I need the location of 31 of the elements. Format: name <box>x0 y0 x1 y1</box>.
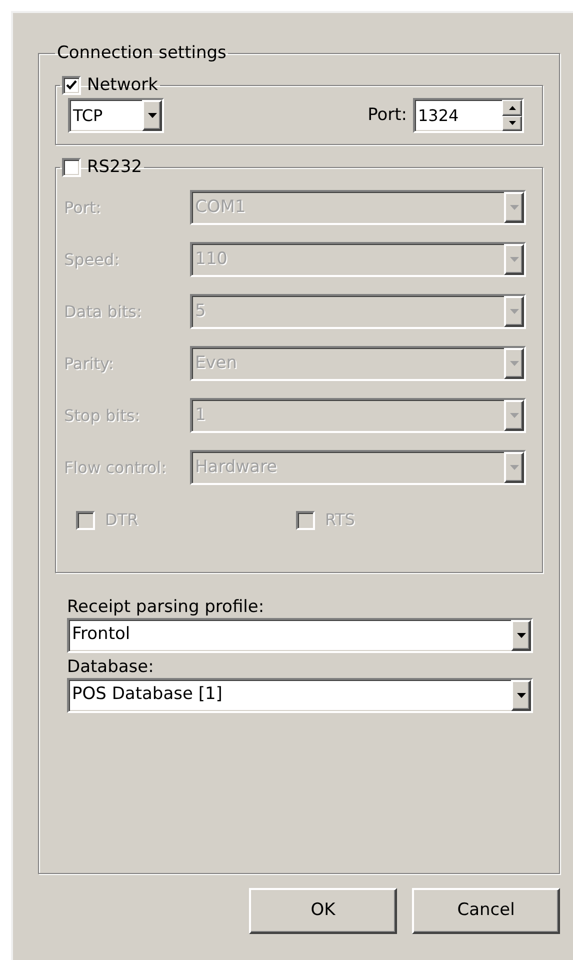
spin-up-button[interactable] <box>502 100 522 116</box>
dropdown-label: Receipt parsing profile: <box>67 596 266 618</box>
network-label: Network <box>87 74 158 96</box>
dropdown-field[interactable]: POS Database [1] <box>67 678 533 712</box>
caret-icon <box>510 465 518 470</box>
port-spinbox[interactable]: 1324 <box>413 98 524 133</box>
checkmark-icon <box>66 80 77 90</box>
caret-icon <box>516 692 526 698</box>
dropdown-label: Database: <box>67 656 155 678</box>
network-checkbox[interactable] <box>62 76 81 95</box>
rs232-checkbox[interactable] <box>62 158 81 177</box>
port-label: Port: <box>368 104 407 127</box>
caret-icon <box>148 113 156 118</box>
caret-icon <box>510 413 518 418</box>
group-title: Connection settings <box>56 42 228 65</box>
up-arrow-icon <box>508 106 516 110</box>
caret-icon <box>510 205 518 210</box>
dropdown-button[interactable] <box>511 680 531 710</box>
spin-down-button[interactable] <box>502 116 522 131</box>
down-arrow-icon <box>508 121 516 126</box>
rs232-label: RS232 <box>87 156 142 178</box>
dropdown-button[interactable] <box>142 100 162 131</box>
caret-icon <box>516 632 526 638</box>
protocol-dropdown[interactable]: TCP <box>68 98 164 133</box>
dropdown-field[interactable]: Frontol <box>67 618 533 652</box>
dropdown-button[interactable] <box>511 620 531 650</box>
dialog-button[interactable]: Cancel <box>412 888 560 934</box>
dialog-button[interactable]: OK <box>249 888 397 934</box>
caret-icon <box>510 361 518 366</box>
caret-icon <box>510 257 518 262</box>
caret-icon <box>510 309 518 314</box>
